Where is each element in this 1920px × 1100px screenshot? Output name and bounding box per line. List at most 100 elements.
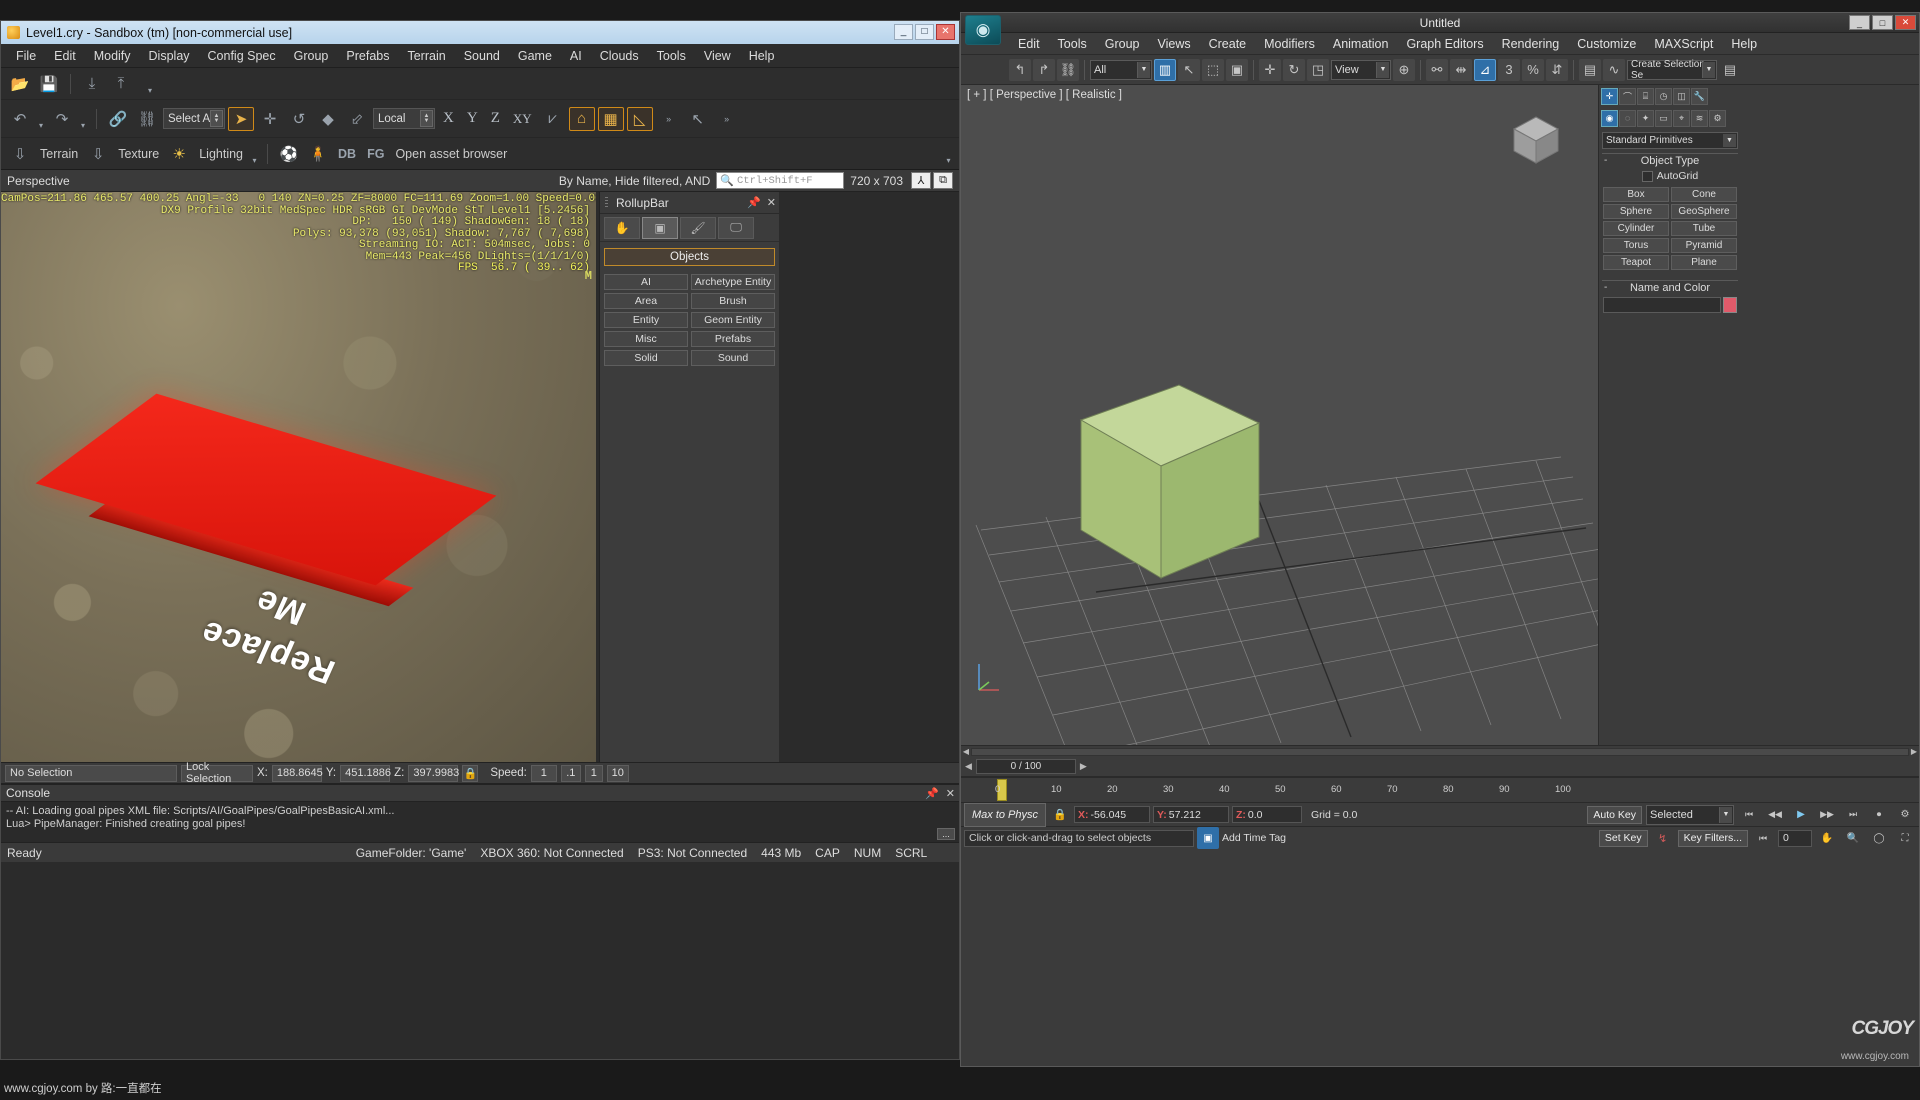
help-pointer-icon[interactable]: ↖: [685, 107, 711, 131]
menu-prefabs[interactable]: Prefabs: [337, 46, 398, 66]
object-btn-torus[interactable]: Torus: [1603, 238, 1669, 253]
chevron-down-icon[interactable]: ▼: [1137, 61, 1150, 78]
close-icon[interactable]: ✕: [767, 196, 776, 209]
max-to-physx-button[interactable]: Max to Physc: [964, 802, 1046, 827]
space-warps-icon[interactable]: ≋: [1691, 109, 1708, 127]
menu-file[interactable]: File: [7, 46, 45, 66]
minimize-button[interactable]: _: [894, 24, 913, 40]
object-btn-cone[interactable]: Cone: [1671, 187, 1737, 202]
character-icon[interactable]: 🧍: [305, 142, 331, 166]
rollup-btn-prefabs[interactable]: Prefabs: [691, 331, 775, 347]
pin-icon[interactable]: 📌: [747, 196, 761, 209]
key-mode-combo[interactable]: Selected ▼: [1646, 804, 1734, 825]
arrow-select-icon[interactable]: ➤: [228, 106, 254, 131]
collapse-icon[interactable]: -: [1604, 155, 1607, 166]
select-and-link-icon[interactable]: ⚯: [1426, 58, 1448, 81]
rotate-icon[interactable]: ↺: [286, 107, 312, 131]
play-animation-icon[interactable]: ▶: [1790, 804, 1812, 826]
window-crossing-icon[interactable]: ▣: [1226, 58, 1248, 81]
redo-icon[interactable]: ↷: [49, 107, 75, 131]
orbit-view-icon[interactable]: ◯: [1868, 827, 1890, 849]
speed-value-field[interactable]: 1: [530, 764, 557, 782]
export-icon[interactable]: ⤓: [79, 72, 105, 96]
object-btn-geosphere[interactable]: GeoSphere: [1671, 204, 1737, 219]
ref-coord-system-combo[interactable]: View ▼: [1331, 59, 1391, 80]
menu-create[interactable]: Create: [1200, 34, 1256, 54]
chevron-down-icon[interactable]: ▼: [1719, 806, 1732, 823]
menu-config-spec[interactable]: Config Spec: [199, 46, 285, 66]
snaps-toggle-icon[interactable]: ⊿: [1474, 58, 1496, 81]
rollup-btn-misc[interactable]: Misc: [604, 331, 688, 347]
rollup-btn-geom-entity[interactable]: Geom Entity: [691, 312, 775, 328]
rollup-btn-area[interactable]: Area: [604, 293, 688, 309]
rollup-btn-archetype-entity[interactable]: Archetype Entity: [691, 274, 775, 290]
max-viewport[interactable]: [ + ] [ Perspective ] [ Realistic ]: [961, 85, 1598, 745]
terrain-axis-icon[interactable]: ⩗: [540, 107, 566, 131]
object-type-rollout-header[interactable]: - Object Type: [1602, 153, 1738, 167]
cameras-icon[interactable]: ▭: [1655, 109, 1672, 127]
systems-icon[interactable]: ⚙: [1709, 109, 1726, 127]
autogrid-checkbox[interactable]: AutoGrid: [1599, 170, 1741, 182]
scroll-thumb[interactable]: [971, 747, 1909, 756]
menu-display[interactable]: Display: [140, 46, 199, 66]
frame-number-field[interactable]: 0: [1778, 829, 1812, 847]
checkbox-icon[interactable]: [1641, 170, 1653, 182]
menu-help[interactable]: Help: [1722, 34, 1766, 54]
mirror-icon[interactable]: ⇹: [1450, 58, 1472, 81]
object-btn-plane[interactable]: Plane: [1671, 255, 1737, 270]
selection-filter-combo[interactable]: All ▼: [1090, 59, 1152, 80]
collapse-icon[interactable]: -: [1604, 282, 1607, 293]
drag-handle[interactable]: [605, 197, 608, 209]
speed-preset-1[interactable]: 1: [584, 764, 603, 782]
curve-editor-icon[interactable]: ∿: [1603, 58, 1625, 81]
y-coord-field[interactable]: Y: 57.212: [1153, 806, 1229, 823]
chevron-down-icon[interactable]: ▼: [1723, 134, 1736, 147]
object-name-input[interactable]: [1603, 297, 1721, 313]
key-filters-button[interactable]: Key Filters...: [1677, 829, 1748, 847]
view-cube-icon[interactable]: [1506, 107, 1568, 169]
menu-help[interactable]: Help: [740, 46, 784, 66]
link-icon[interactable]: 🔗: [105, 107, 131, 131]
grid-snap-icon[interactable]: ▦: [597, 106, 624, 131]
tab-display-icon[interactable]: 🖵: [718, 216, 754, 239]
select-lock-icon[interactable]: 🔒: [1049, 804, 1071, 826]
time-configuration-icon[interactable]: ⚙: [1894, 804, 1916, 826]
tab-cube-icon[interactable]: ▣: [642, 216, 678, 239]
object-color-swatch[interactable]: [1723, 297, 1737, 313]
menu-edit[interactable]: Edit: [1009, 34, 1049, 54]
menu-view[interactable]: View: [695, 46, 740, 66]
move-icon[interactable]: ✛: [257, 107, 283, 131]
named-selection-set-combo[interactable]: Create Selection Se ▼: [1627, 59, 1717, 81]
z-coord-field[interactable]: Z: 0.0: [1232, 806, 1302, 823]
rollup-btn-entity[interactable]: Entity: [604, 312, 688, 328]
scale-icon[interactable]: ◆: [315, 107, 341, 131]
y-value-field[interactable]: 451.1886: [340, 764, 391, 782]
maximize-button[interactable]: □: [915, 24, 934, 40]
toolbar-dropdown2-icon[interactable]: ▾: [944, 142, 953, 166]
lock-selection-button[interactable]: Lock Selection: [181, 761, 253, 785]
menu-tools[interactable]: Tools: [1049, 34, 1096, 54]
select-and-move-icon[interactable]: ✛: [1259, 58, 1281, 81]
prev-frame-icon[interactable]: ◀◀: [1764, 804, 1786, 826]
sandbox-viewport[interactable]: Replace Me CamPos=211.86 465.57 400.25 A…: [1, 192, 596, 762]
hierarchy-icon[interactable]: ⌸: [1637, 87, 1654, 105]
filter-mode-label[interactable]: By Name, Hide filtered, AND: [559, 174, 710, 188]
category-combo[interactable]: Standard Primitives ▼: [1602, 132, 1738, 149]
object-btn-teapot[interactable]: Teapot: [1603, 255, 1669, 270]
rollup-btn-solid[interactable]: Solid: [604, 350, 688, 366]
axis-xy-button[interactable]: XY: [508, 111, 537, 127]
resolution-lock-icon[interactable]: ⅄: [911, 172, 931, 189]
terrain-label[interactable]: Terrain: [36, 147, 82, 161]
rectangular-select-region-icon[interactable]: ⬚: [1202, 58, 1224, 81]
minimize-button[interactable]: _: [1849, 15, 1870, 30]
tab-hand-icon[interactable]: ✋: [604, 216, 640, 239]
db-label[interactable]: DB: [334, 147, 360, 161]
close-button[interactable]: ✕: [1895, 15, 1916, 30]
frame-prev-icon[interactable]: ◀: [965, 761, 972, 772]
toolbar-overflow2-icon[interactable]: »: [714, 107, 740, 131]
go-to-end-icon[interactable]: ⏭: [1842, 804, 1864, 826]
angle-snap-icon[interactable]: ◺: [626, 106, 653, 131]
viewport-name-label[interactable]: Perspective: [7, 174, 70, 188]
undo-dropdown-icon[interactable]: ▾: [36, 107, 46, 131]
texture-import-icon[interactable]: ⇩: [85, 142, 111, 166]
